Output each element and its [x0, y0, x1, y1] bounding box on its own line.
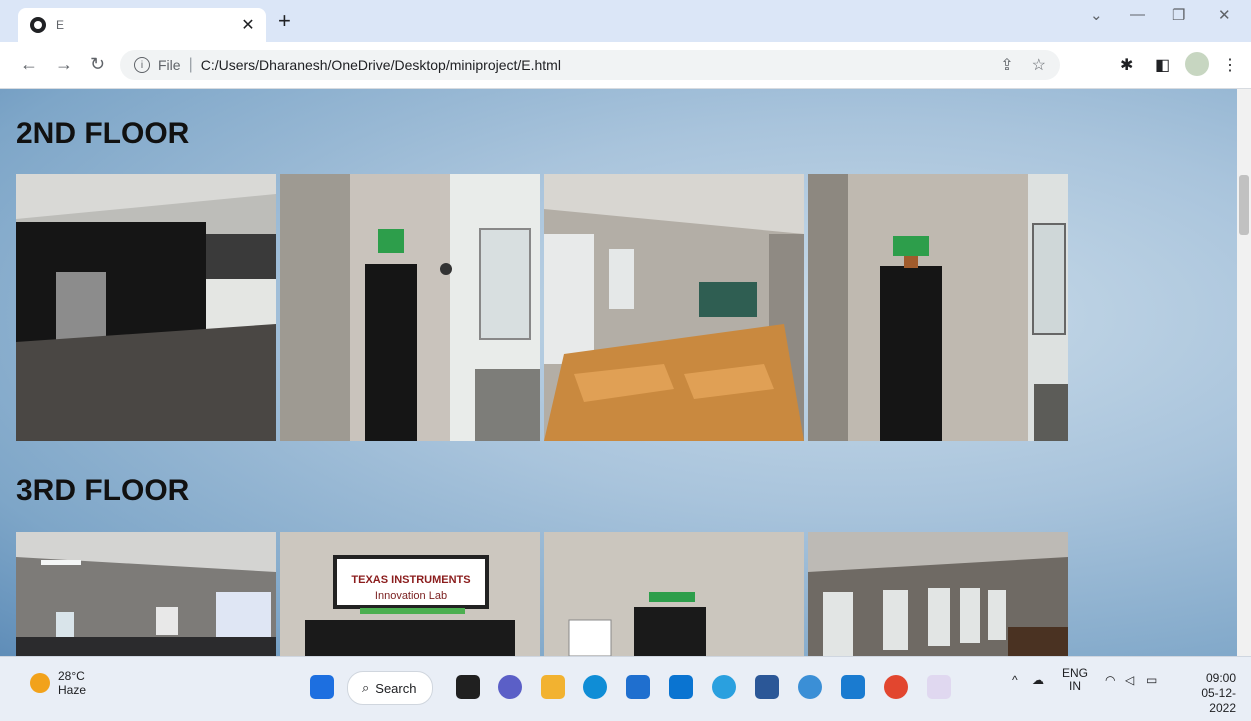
clock-time: 09:00 — [1205, 671, 1236, 685]
chrome-dev-icon[interactable] — [712, 675, 736, 699]
volume-icon[interactable]: ◁ — [1125, 673, 1134, 687]
door-sign-photo — [808, 174, 1068, 441]
lang-region: IN — [1069, 679, 1081, 693]
wifi-icon[interactable]: ◠ — [1105, 673, 1115, 687]
weather-icon — [30, 673, 50, 693]
vscode-icon[interactable] — [841, 675, 865, 699]
classroom-photo — [544, 174, 804, 441]
app-icon[interactable] — [669, 675, 693, 699]
url-scheme-label: File — [158, 57, 181, 73]
address-bar[interactable]: i File | C:/Users/Dharanesh/OneDrive/Des… — [120, 50, 1060, 80]
minimize-icon[interactable]: — — [1130, 6, 1145, 23]
profile-avatar[interactable] — [1185, 52, 1209, 76]
floor-title-3rd: 3RD FLOOR — [16, 474, 190, 507]
lab-windows-photo — [808, 532, 1068, 656]
new-tab-button[interactable]: + — [278, 10, 291, 32]
back-icon[interactable]: ← — [20, 54, 38, 75]
restore-icon[interactable]: ❐ — [1172, 6, 1185, 24]
snipping-tool-icon[interactable] — [927, 675, 951, 699]
clock-date: 05-12-2022 — [1201, 686, 1236, 715]
search-label: Search — [375, 680, 417, 696]
chrome-icon[interactable] — [884, 675, 908, 699]
scrollbar-thumb[interactable] — [1239, 175, 1249, 235]
lab-sign-line1: TEXAS INSTRUMENTS — [351, 574, 470, 586]
bookmark-star-icon[interactable]: ☆ — [1032, 55, 1046, 75]
globe-icon — [30, 17, 46, 33]
tab-title: E — [56, 18, 65, 32]
lift-lobby-photo — [16, 174, 276, 441]
floor-3-photos: TEXAS INSTRUMENTS Innovation Lab — [16, 532, 1068, 656]
windows-taskbar: 28°C Haze ⌕ Search ^ ☁ ENG IN ◠ ◁ ▭ 09:0… — [0, 656, 1251, 721]
chrome-canary-icon[interactable] — [798, 675, 822, 699]
tray-chevron-icon[interactable]: ^ — [1012, 673, 1018, 687]
vertical-scrollbar[interactable] — [1237, 89, 1251, 656]
clock[interactable]: 09:00 05-12-2022 — [1176, 671, 1236, 716]
door-room-photo — [544, 532, 804, 656]
task-view-icon[interactable] — [456, 675, 480, 699]
url-separator: | — [188, 56, 193, 73]
extensions-icon[interactable]: ✱ — [1120, 55, 1133, 75]
language-indicator[interactable]: ENG IN — [1062, 667, 1088, 693]
chat-icon[interactable] — [498, 675, 522, 699]
edge-icon[interactable] — [583, 675, 607, 699]
weather-temp: 28°C — [58, 669, 85, 683]
battery-icon[interactable]: ▭ — [1146, 673, 1157, 687]
store-icon[interactable] — [626, 675, 650, 699]
word-icon[interactable] — [755, 675, 779, 699]
innovation-lab-photo: TEXAS INSTRUMENTS Innovation Lab — [280, 532, 540, 656]
forward-icon[interactable]: → — [55, 54, 73, 75]
start-icon[interactable] — [310, 675, 334, 699]
browser-tab[interactable]: E ✕ — [18, 8, 266, 42]
taskbar-search[interactable]: ⌕ Search — [347, 671, 433, 705]
side-panel-icon[interactable]: ◧ — [1155, 55, 1170, 75]
tab-search-icon[interactable]: ⌄ — [1090, 6, 1103, 24]
close-tab-icon[interactable]: ✕ — [236, 15, 260, 35]
weather-widget[interactable]: 28°C Haze — [30, 669, 86, 697]
floor-title-2nd: 2ND FLOOR — [16, 117, 190, 150]
door-corridor-photo — [280, 174, 540, 441]
url-text[interactable]: C:/Users/Dharanesh/OneDrive/Desktop/mini… — [201, 57, 561, 73]
reload-icon[interactable]: ↻ — [90, 54, 105, 75]
share-icon[interactable]: ⇪ — [1000, 55, 1013, 75]
tab-strip: E ✕ + ⌄ — ❐ ✕ — [0, 0, 1251, 42]
weather-desc: Haze — [58, 683, 87, 697]
window-close-icon[interactable]: ✕ — [1218, 6, 1231, 24]
search-icon: ⌕ — [362, 680, 370, 695]
onedrive-icon[interactable]: ☁ — [1032, 673, 1044, 687]
info-icon[interactable]: i — [134, 57, 150, 73]
lab-sign-line2: Innovation Lab — [375, 590, 447, 602]
menu-kebab-icon[interactable]: ⋮ — [1222, 55, 1238, 75]
browser-toolbar: ← → ↻ i File | C:/Users/Dharanesh/OneDri… — [0, 42, 1251, 89]
page-viewport: 2ND FLOOR 3RD FLOOR TEXAS INSTRUMENTS In… — [0, 89, 1237, 656]
file-explorer-icon[interactable] — [541, 675, 565, 699]
lang-code: ENG — [1062, 666, 1089, 680]
hall-photo — [16, 532, 276, 656]
floor-2-photos — [16, 174, 1068, 441]
